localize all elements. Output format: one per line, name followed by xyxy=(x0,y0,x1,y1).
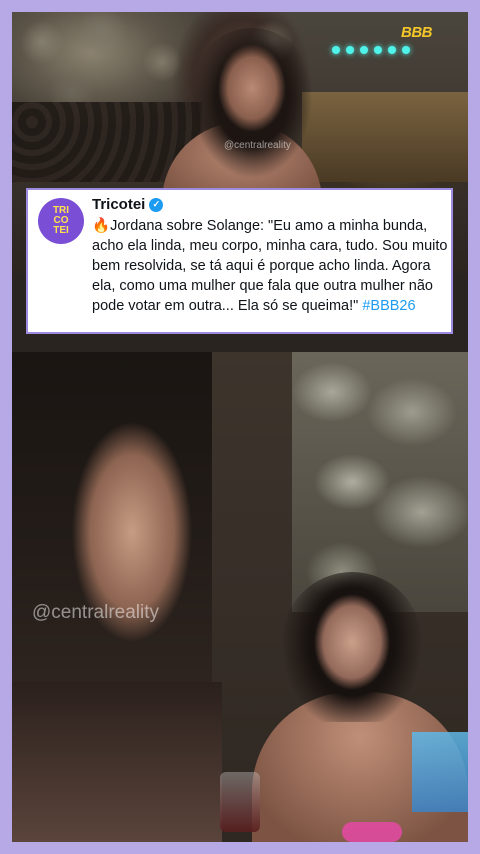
shelf xyxy=(302,92,468,182)
watermark-small: @centralreality xyxy=(224,140,291,151)
hashtag-link[interactable]: #BBB26 xyxy=(362,298,415,314)
blue-light xyxy=(412,732,468,812)
skirt xyxy=(12,682,222,842)
bbb-logo: BBB xyxy=(401,24,433,41)
author-row: Tricotei ✓ xyxy=(92,196,164,213)
watermark: @centralreality xyxy=(32,602,159,623)
fire-emoji-icon: 🔥 xyxy=(92,218,111,234)
person-looking-up xyxy=(192,28,312,198)
person-seated-head xyxy=(282,572,422,722)
bottom-photo: @centralreality xyxy=(12,352,468,842)
pink-light xyxy=(342,822,402,842)
account-name[interactable]: Tricotei xyxy=(92,196,145,213)
wine-glass xyxy=(220,772,260,832)
tweet-text: 🔥Jordana sobre Solange: "Eu amo a minha … xyxy=(92,216,448,316)
tweet-card[interactable]: TRI CO TEI Tricotei ✓ 🔥Jordana sobre Sol… xyxy=(26,188,453,334)
avatar[interactable]: TRI CO TEI xyxy=(38,198,84,244)
content-frame: BBB @centralreality @centralreality xyxy=(12,12,468,842)
verified-badge-icon: ✓ xyxy=(149,197,164,212)
led-lights xyxy=(332,46,410,54)
stone-wall xyxy=(292,352,468,612)
